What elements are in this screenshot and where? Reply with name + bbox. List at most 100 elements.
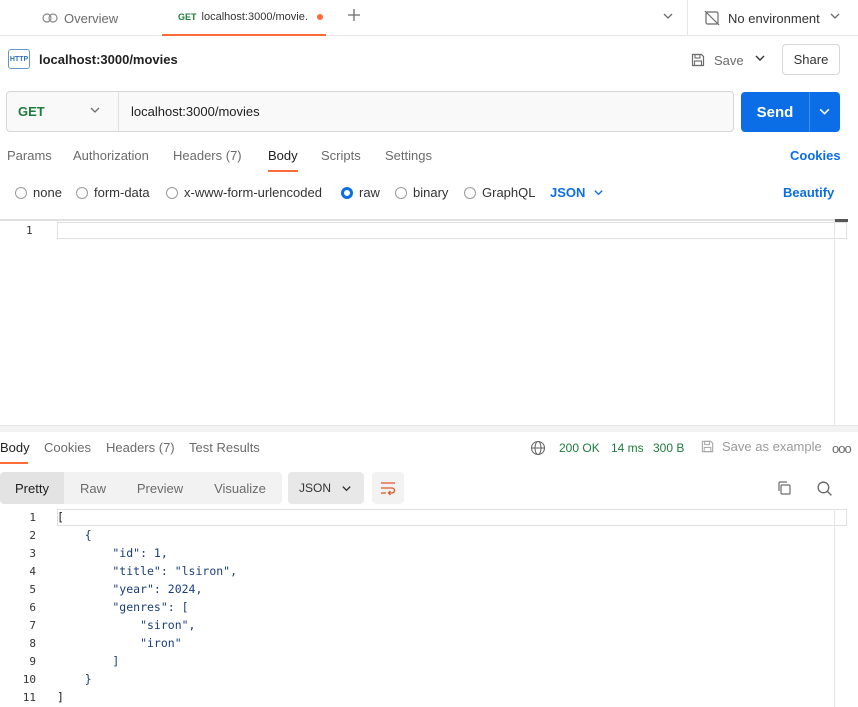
tab-body[interactable]: Body — [268, 148, 298, 163]
response-tab-test-results[interactable]: Test Results — [189, 440, 260, 455]
environment-selector[interactable]: No environment — [704, 0, 820, 36]
tab-scripts[interactable]: Scripts — [321, 148, 361, 163]
tab-authorization[interactable]: Authorization — [73, 148, 149, 163]
active-tab-indicator — [0, 462, 28, 464]
unsaved-dot-icon — [316, 14, 323, 20]
beautify-link[interactable]: Beautify — [783, 185, 834, 200]
globe-icon[interactable] — [530, 440, 546, 456]
editor-top-border — [0, 219, 848, 221]
save-as-example-label: Save as example — [722, 439, 822, 454]
response-tab-cookies[interactable]: Cookies — [44, 440, 91, 455]
request-body-editor[interactable] — [57, 222, 847, 239]
tab-request-label: localhost:3000/movie. — [201, 11, 308, 23]
code-line: "id": 1, — [57, 546, 168, 560]
copy-icon[interactable] — [776, 480, 792, 496]
share-button[interactable]: Share — [782, 44, 840, 75]
chevron-down-icon — [593, 187, 604, 198]
radio-circle-icon — [395, 186, 407, 199]
search-icon[interactable] — [816, 480, 833, 497]
method-selector[interactable]: GET — [18, 104, 45, 119]
line-number: 8 — [29, 637, 36, 650]
code-line: ] — [57, 654, 120, 668]
tab-headers[interactable]: Headers (7) — [173, 148, 242, 163]
environment-label: No environment — [728, 10, 820, 26]
response-format-select[interactable]: JSON — [288, 472, 364, 504]
body-format-label: JSON — [550, 185, 586, 200]
radio-label: x-www-form-urlencoded — [184, 185, 322, 200]
line-number: 6 — [29, 601, 36, 614]
line-number: 7 — [29, 619, 36, 632]
save-icon — [700, 439, 715, 454]
line-number: 10 — [22, 673, 36, 686]
line-number: 4 — [29, 565, 36, 578]
save-label: Save — [714, 52, 744, 68]
scrollbar[interactable] — [834, 509, 848, 707]
divider — [687, 0, 688, 36]
tab-list-chevron-down-icon[interactable] — [662, 10, 674, 22]
response-tab-body[interactable]: Body — [0, 440, 30, 455]
tab-overview[interactable]: Overview — [42, 0, 118, 36]
radio-graphql[interactable]: GraphQL — [464, 185, 535, 200]
code-line: "siron", — [57, 618, 196, 632]
tab-settings[interactable]: Settings — [385, 148, 432, 163]
radio-label: GraphQL — [482, 185, 536, 200]
url-input[interactable] — [131, 104, 721, 119]
code-line: [ — [57, 510, 64, 524]
radio-label: none — [33, 185, 62, 200]
cookies-link[interactable]: Cookies — [790, 148, 841, 163]
radio-circle-icon — [166, 186, 178, 199]
radio-circle-icon — [15, 186, 27, 199]
code-line: "genres": [ — [57, 600, 189, 614]
code-line: } — [57, 672, 92, 686]
view-raw-button[interactable]: Raw — [64, 472, 122, 504]
radio-binary[interactable]: binary — [395, 185, 448, 200]
save-options-chevron-down-icon[interactable] — [754, 52, 766, 64]
environment-chevron-down-icon[interactable] — [829, 10, 841, 22]
overview-icon — [42, 12, 58, 24]
request-name[interactable]: localhost:3000/movies — [39, 52, 178, 67]
divider — [118, 92, 119, 131]
active-tab-indicator — [268, 170, 298, 172]
code-line: "iron" — [57, 636, 182, 650]
divider — [809, 92, 810, 132]
response-size[interactable]: 300 B — [653, 441, 684, 455]
new-tab-plus-icon[interactable] — [346, 7, 362, 23]
pane-resize-handle[interactable] — [0, 425, 858, 432]
tab-params[interactable]: Params — [7, 148, 52, 163]
line-number: 3 — [29, 547, 36, 560]
line-number: 11 — [22, 691, 36, 704]
response-time[interactable]: 14 ms — [611, 441, 644, 455]
current-line-highlight — [57, 509, 847, 526]
response-format-label: JSON — [299, 481, 332, 495]
view-visualize-button[interactable]: Visualize — [198, 472, 282, 504]
tab-movies-request[interactable]: GET localhost:3000/movie. — [162, 0, 326, 36]
scrollbar-thumb[interactable] — [835, 219, 848, 222]
method-chevron-down-icon[interactable] — [89, 104, 101, 116]
tab-overview-label: Overview — [64, 10, 119, 26]
radio-form-data[interactable]: form-data — [76, 185, 150, 200]
more-options-icon[interactable]: ooo — [832, 441, 852, 456]
view-preview-button[interactable]: Preview — [122, 472, 198, 504]
http-icon: HTTP — [8, 49, 30, 69]
line-number: 1 — [29, 511, 36, 524]
body-format-select[interactable]: JSON — [550, 185, 604, 200]
radio-none[interactable]: none — [15, 185, 62, 200]
response-tab-headers[interactable]: Headers (7) — [106, 440, 175, 455]
wrap-lines-button[interactable] — [372, 472, 404, 504]
radio-urlencoded[interactable]: x-www-form-urlencoded — [166, 185, 322, 200]
send-button[interactable]: Send — [741, 92, 809, 132]
radio-raw[interactable]: raw — [341, 185, 380, 200]
radio-label: raw — [359, 185, 380, 200]
code-line: ] — [57, 690, 64, 704]
scrollbar[interactable] — [834, 221, 848, 425]
view-pretty-button[interactable]: Pretty — [0, 472, 64, 504]
no-environment-icon — [704, 10, 720, 26]
chevron-down-icon — [341, 483, 352, 494]
code-line: "title": "lsiron", — [57, 564, 238, 578]
send-options-chevron-down-icon[interactable] — [818, 105, 831, 118]
radio-selected-icon — [341, 186, 353, 199]
status-code[interactable]: 200 OK — [559, 441, 600, 455]
save-button[interactable]: Save — [690, 48, 744, 72]
save-as-example-button[interactable]: Save as example — [700, 439, 822, 454]
line-number: 2 — [29, 529, 36, 542]
